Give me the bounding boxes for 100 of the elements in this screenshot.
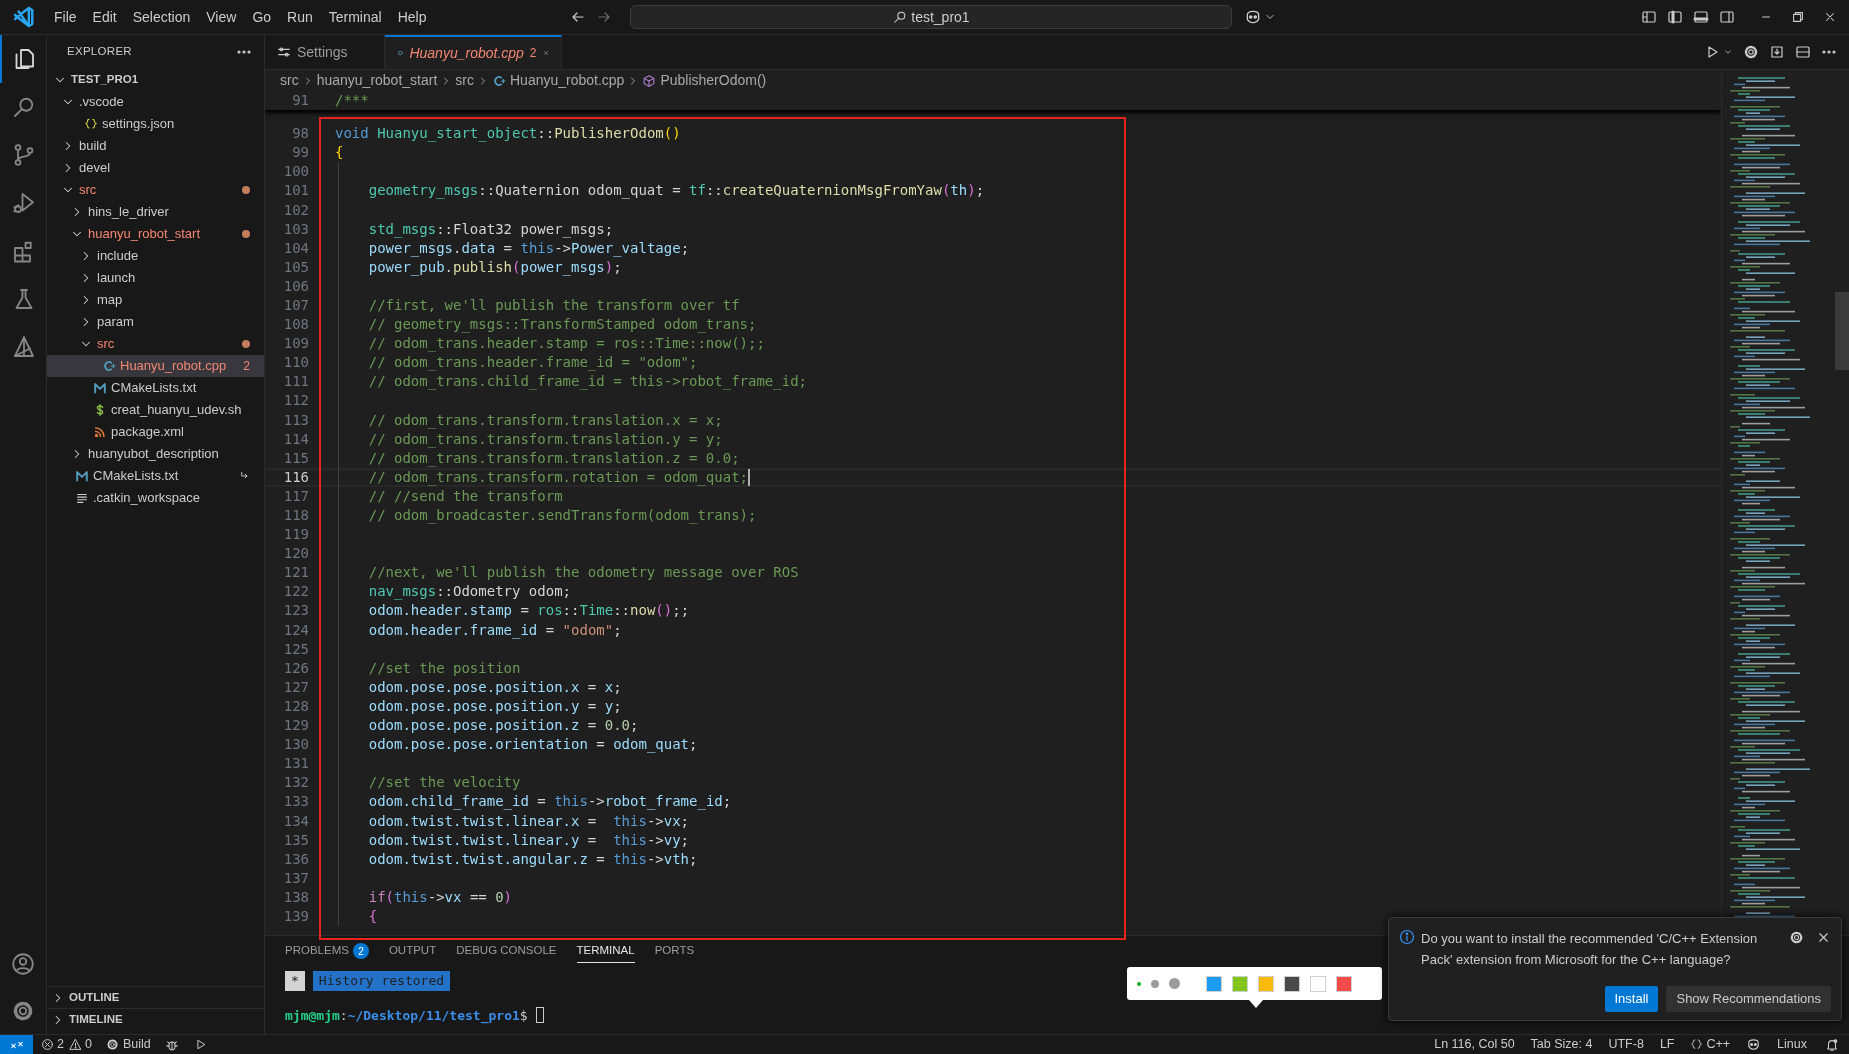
braces-icon	[1690, 1038, 1704, 1051]
layout-icon[interactable]	[1641, 9, 1657, 25]
run-debug-icon[interactable]	[12, 191, 36, 215]
tree-item[interactable]: .catkin_workspace	[47, 487, 264, 509]
tree-item[interactable]: huanyubot_description	[47, 443, 264, 465]
panel-tab[interactable]: PROBLEMS 2	[285, 939, 369, 963]
download-icon[interactable]	[1769, 44, 1785, 60]
color-swatch[interactable]	[1310, 975, 1326, 992]
tree-item[interactable]: hins_le_driver	[47, 201, 264, 223]
line-number: 139	[282, 907, 309, 926]
tree-item[interactable]: .vscode	[47, 91, 264, 113]
color-swatch[interactable]	[1232, 975, 1248, 992]
language-mode[interactable]: C++	[1682, 1035, 1739, 1054]
color-swatch[interactable]	[1336, 975, 1352, 992]
breadcrumb-item[interactable]: src	[280, 70, 299, 91]
tree-item[interactable]: TEST_PRO1	[47, 69, 264, 91]
tree-item[interactable]: include	[47, 245, 264, 267]
panel-tab[interactable]: TERMINAL	[576, 939, 635, 963]
source-control-icon[interactable]	[12, 143, 36, 167]
triangle-tool-icon[interactable]	[12, 335, 36, 359]
status-item[interactable]: Linux	[1769, 1035, 1815, 1054]
line-number: 104	[282, 238, 309, 258]
gear-icon[interactable]	[1743, 44, 1759, 60]
code-line: // odom_trans.transform.translation.z = 0.0;	[367, 448, 740, 469]
sidebar-title: EXPLORER	[67, 44, 132, 60]
code-line: odom.header.stamp = ros::Time::now();;	[367, 601, 690, 621]
tree-item[interactable]: creat_huanyu_udev.sh	[47, 399, 264, 421]
tree-item[interactable]: build	[47, 135, 264, 157]
chevron-down-icon[interactable]	[1723, 47, 1733, 57]
line-number: 106	[282, 276, 309, 296]
sidebar-left-icon[interactable]	[1667, 9, 1683, 25]
panel-tab[interactable]: PORTS	[654, 939, 695, 963]
lines-icon	[75, 491, 89, 505]
section-header[interactable]: TIMELINE	[47, 1008, 264, 1030]
code-line: odom.twist.twist.angular.z = this->vth;	[367, 849, 698, 869]
scrollbar-thumb[interactable]	[1835, 292, 1849, 370]
menu-item[interactable]: File	[48, 3, 83, 31]
tree-item[interactable]: package.xml	[47, 421, 264, 443]
tree-item[interactable]: huanyu_robot_start	[47, 223, 264, 245]
close-icon[interactable]	[1816, 930, 1831, 945]
menu-item[interactable]: Run	[281, 3, 319, 31]
code-line: // odom_broadcaster.sendTransform(odom_trans);	[367, 506, 757, 526]
terminal-text: *	[285, 971, 305, 991]
panel-tab[interactable]: DEBUG CONSOLE	[456, 939, 557, 963]
status-item[interactable]: Ln 116, Col 50	[1426, 1035, 1523, 1054]
m-letter-icon	[75, 469, 89, 483]
tree-item[interactable]: CMakeLists.txt	[47, 377, 264, 399]
problems-status[interactable]: 2 0	[33, 1035, 100, 1054]
panel-tab[interactable]: OUTPUT	[388, 939, 437, 963]
copilot-icon[interactable]	[1746, 1037, 1762, 1052]
menu-item[interactable]: Go	[246, 3, 278, 31]
menu-item[interactable]: Selection	[126, 3, 197, 31]
color-swatch[interactable]	[1284, 975, 1300, 992]
bell-icon[interactable]	[1825, 1037, 1839, 1052]
line-number: 134	[282, 811, 309, 831]
split-editor-icon[interactable]	[1795, 44, 1811, 60]
code-line: odom.child_frame_id = this->robot_frame_id;	[367, 792, 732, 812]
sidebar-right-icon[interactable]	[1719, 9, 1735, 25]
status-item[interactable]: UTF-8	[1600, 1035, 1652, 1054]
color-swatch[interactable]	[1258, 975, 1274, 992]
breadcrumb-item[interactable]: Huanyu_robot.cpp	[492, 70, 625, 91]
tree-item[interactable]: CMakeLists.txt	[47, 465, 264, 487]
tree-item[interactable]: src	[47, 179, 264, 201]
close-icon[interactable]	[1823, 10, 1837, 24]
panel-icon[interactable]	[1693, 9, 1709, 25]
section-header[interactable]: OUTLINE	[47, 986, 264, 1008]
menu-item[interactable]: Help	[391, 3, 433, 31]
color-swatch[interactable]	[1206, 975, 1222, 992]
command-center-search[interactable]: test_pro1	[630, 5, 1233, 29]
install-button[interactable]: Install	[1604, 986, 1659, 1012]
tree-item[interactable]: Huanyu_robot.cpp 2	[47, 355, 264, 377]
restore-icon[interactable]	[1791, 10, 1805, 24]
code-line: // odom_trans.transform.translation.x = x;	[367, 410, 723, 431]
search-icon[interactable]	[12, 95, 36, 119]
warning-icon	[68, 1038, 82, 1051]
breadcrumb-item[interactable]: huanyu_robot_start	[316, 70, 438, 91]
tree-item[interactable]: launch	[47, 267, 264, 289]
code-line: if(this->vx == 0)	[367, 887, 513, 907]
status-item[interactable]: LF	[1651, 1035, 1683, 1054]
breadcrumb-item[interactable]: PublisherOdom()	[642, 70, 767, 91]
menu-item[interactable]: View	[200, 3, 243, 31]
gear-icon[interactable]	[1789, 930, 1804, 945]
menu-item[interactable]: Edit	[86, 3, 123, 31]
gear-icon	[105, 1038, 119, 1051]
remote-button[interactable]	[0, 1035, 33, 1054]
tree-item[interactable]: src	[47, 333, 264, 355]
editor-tab[interactable]: Huanyu_robot.cpp 2	[385, 35, 562, 69]
line-number: 110	[282, 353, 309, 373]
breadcrumb-item[interactable]: src	[455, 70, 474, 91]
tree-item[interactable]: map	[47, 289, 264, 311]
menu-item[interactable]: Terminal	[322, 3, 388, 31]
line-number: 138	[282, 887, 309, 907]
status-item[interactable]: Tab Size: 4	[1522, 1035, 1601, 1054]
build-button[interactable]: Build	[99, 1035, 157, 1054]
show-recommendations-button[interactable]: Show Recommendations	[1666, 986, 1831, 1012]
tree-item[interactable]: devel	[47, 157, 264, 179]
tree-item[interactable]: settings.json	[47, 113, 264, 135]
account-icon[interactable]	[11, 951, 35, 976]
line-number: 116	[282, 467, 309, 487]
tree-item[interactable]: param	[47, 311, 264, 333]
